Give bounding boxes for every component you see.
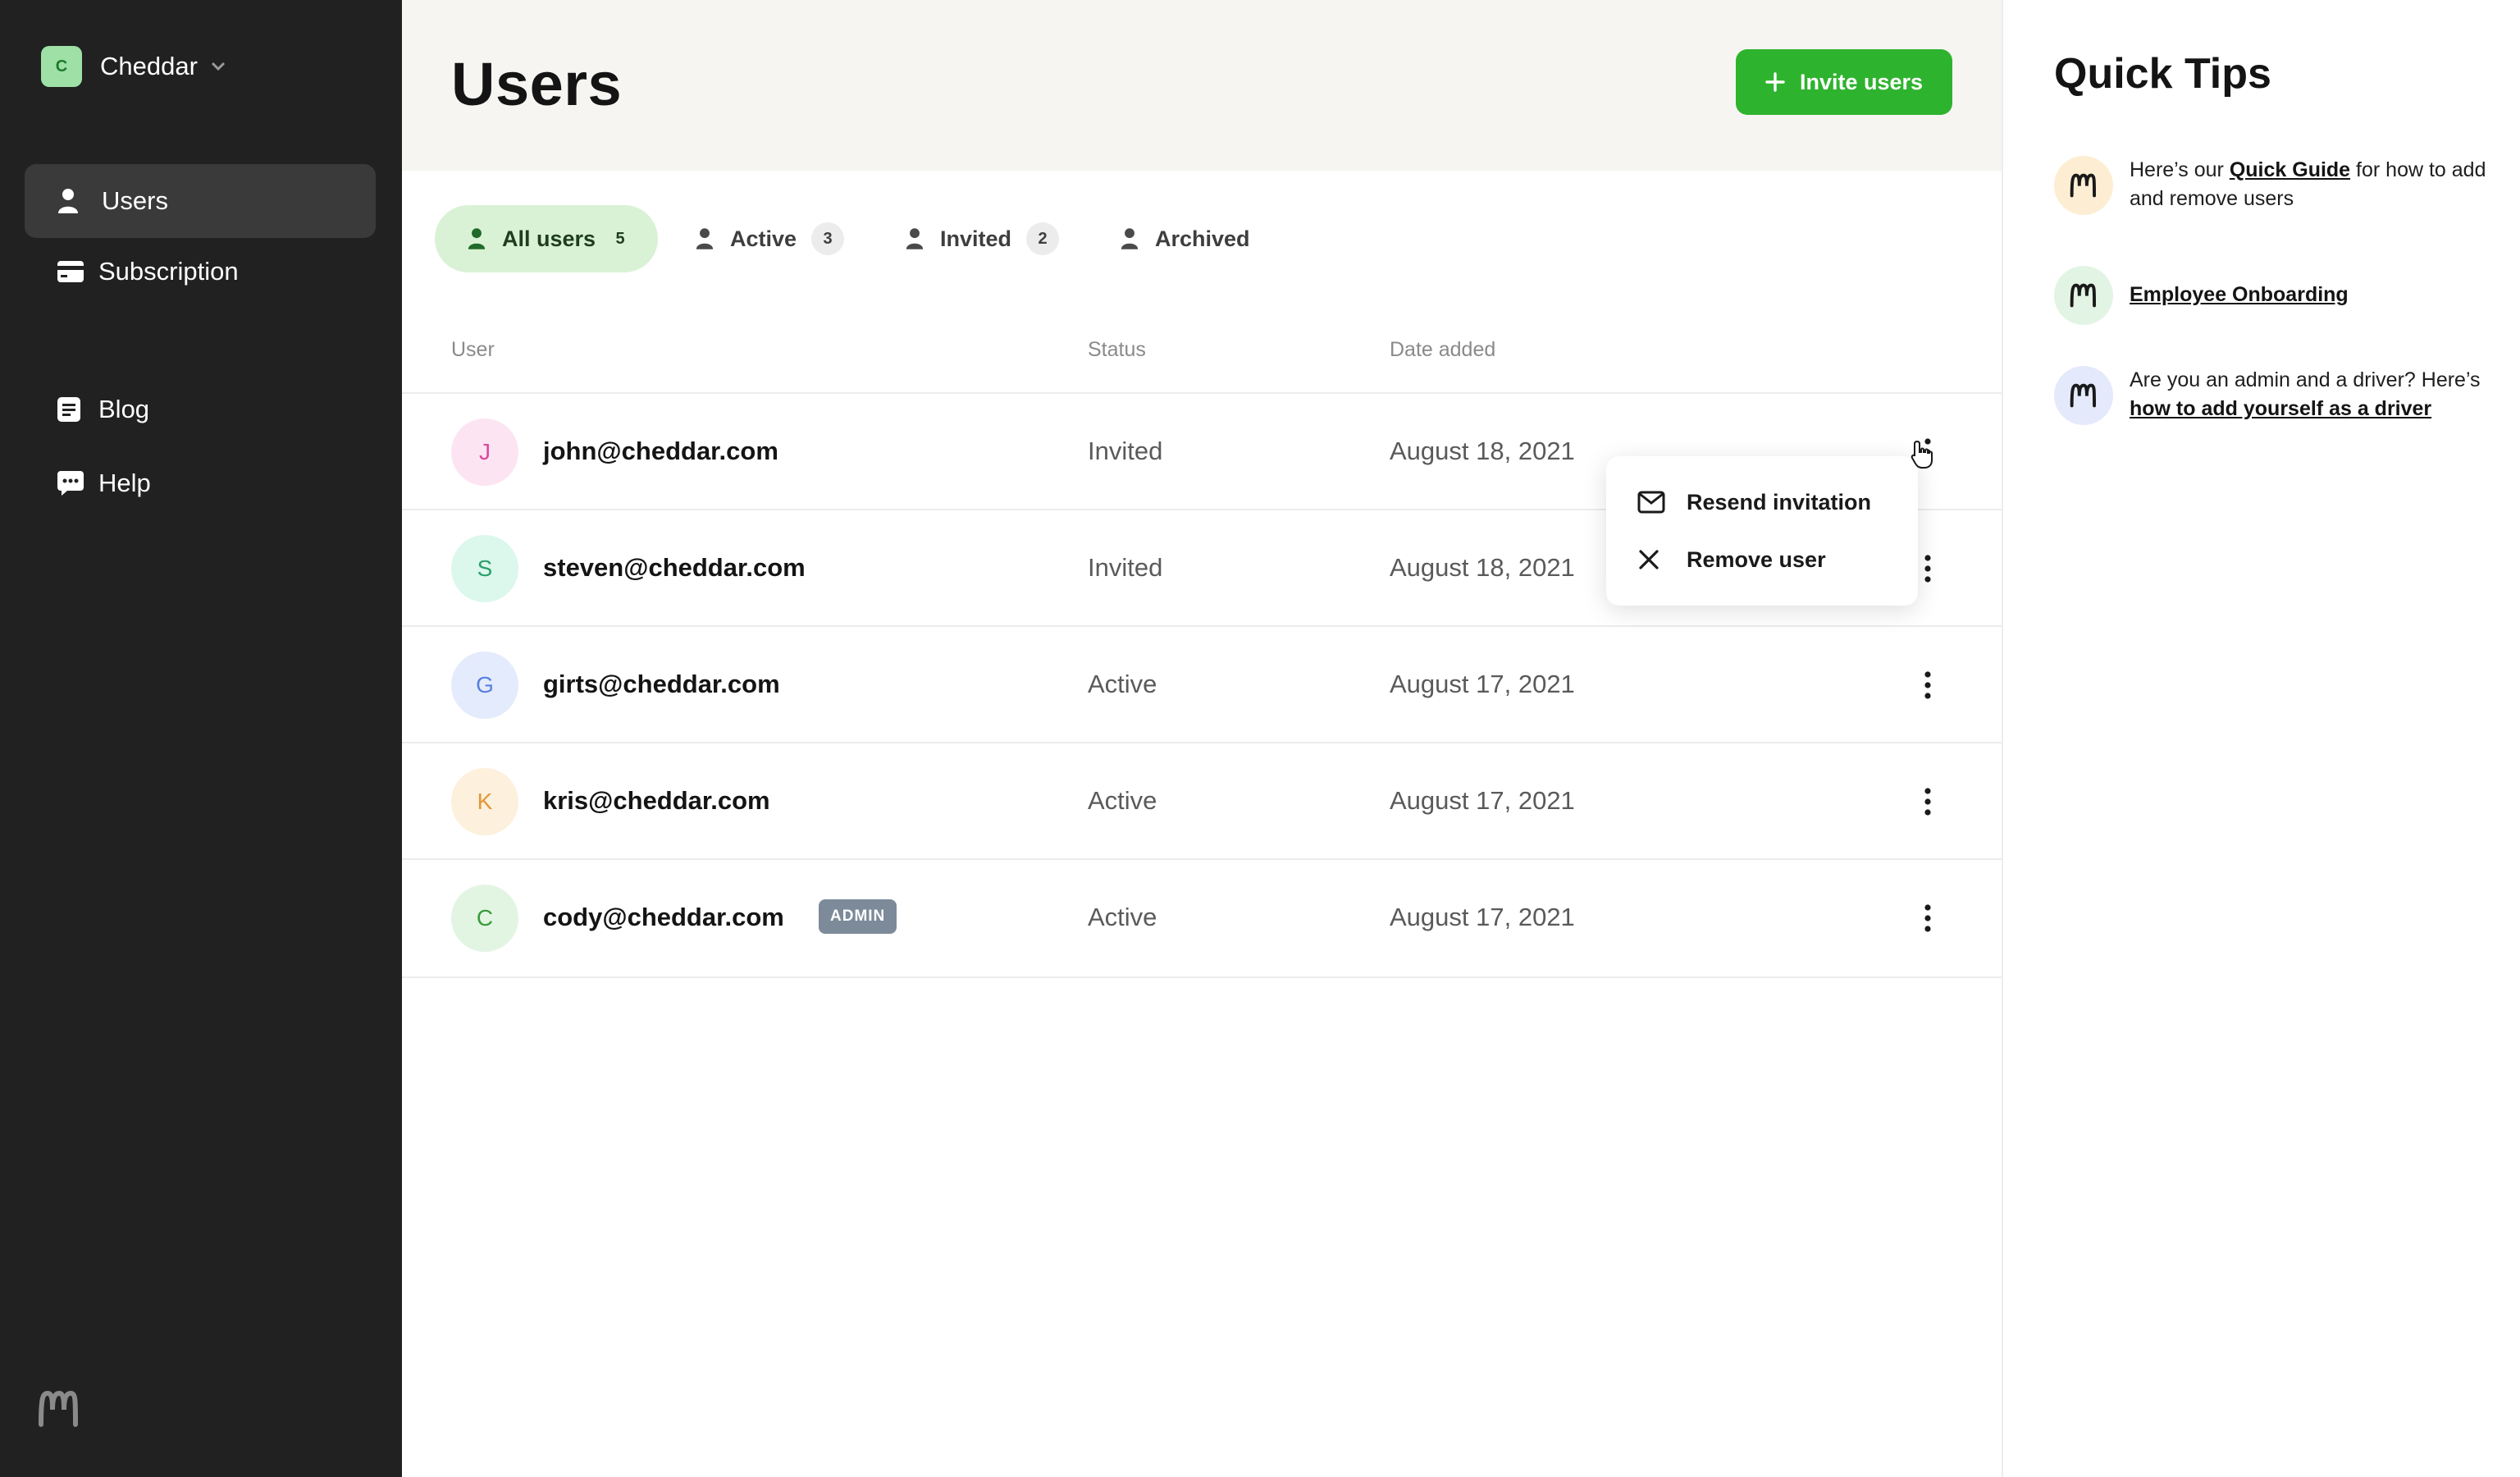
user-status: Active: [1088, 786, 1157, 815]
org-name: Cheddar: [100, 52, 198, 80]
tab-label: Archived: [1155, 226, 1250, 251]
avatar: K: [451, 768, 518, 835]
tab-invited[interactable]: Invited 2: [906, 205, 1060, 272]
avatar: G: [451, 652, 518, 719]
admin-badge: ADMIN: [819, 899, 897, 934]
close-icon: [1637, 548, 1670, 571]
column-header-user: User: [451, 338, 495, 361]
tab-all-users[interactable]: All users 5: [435, 205, 659, 272]
brand-logo-icon: [2054, 266, 2113, 325]
blog-icon: [57, 397, 80, 422]
user-status: Active: [1088, 670, 1157, 698]
user-icon: [57, 188, 79, 214]
tab-count: 2: [1026, 222, 1060, 255]
sidebar-item-help[interactable]: Help: [25, 446, 376, 520]
sidebar-item-label: Help: [98, 469, 151, 497]
user-date-added: August 18, 2021: [1390, 553, 1575, 582]
sidebar-item-subscription[interactable]: Subscription: [25, 235, 376, 309]
menu-item-label: Remove user: [1687, 546, 1826, 572]
invite-users-label: Invite users: [1799, 69, 1924, 94]
user-date-added: August 17, 2021: [1390, 670, 1575, 698]
tab-label: All users: [502, 226, 596, 251]
user-icon: [906, 227, 924, 250]
user-email: john@cheddar.com: [543, 437, 778, 465]
tab-active[interactable]: Active 3: [696, 205, 845, 272]
sidebar-item-users[interactable]: Users: [25, 164, 376, 238]
user-status: Invited: [1088, 553, 1163, 582]
kebab-icon: [1924, 904, 1931, 932]
remove-user-menu-item[interactable]: Remove user: [1637, 542, 1826, 578]
tip-text-prefix: Here’s our: [2130, 158, 2230, 181]
mail-icon: [1637, 491, 1670, 514]
kebab-icon: [1924, 555, 1931, 583]
more-options-button[interactable]: [1920, 783, 1936, 821]
avatar: S: [451, 535, 518, 602]
more-options-button[interactable]: [1920, 666, 1936, 704]
brand-logo-icon: [38, 1390, 80, 1428]
table-row[interactable]: C cody@cheddar.com ADMIN Active August 1…: [402, 858, 2002, 978]
quick-tip-text: Employee Onboarding: [2130, 281, 2490, 309]
user-date-added: August 18, 2021: [1390, 437, 1575, 465]
resend-invitation-menu-item[interactable]: Resend invitation: [1637, 484, 1871, 520]
avatar: J: [451, 418, 518, 486]
more-options-button[interactable]: [1920, 899, 1936, 937]
org-avatar: C: [41, 46, 82, 87]
chat-bubble-icon: [57, 471, 84, 496]
org-switcher[interactable]: C Cheddar: [41, 46, 226, 87]
add-yourself-as-driver-link[interactable]: how to add yourself as a driver: [2130, 397, 2431, 420]
user-status: Active: [1088, 903, 1157, 931]
chevron-down-icon: [211, 62, 226, 71]
brand-logo-icon: [2054, 366, 2113, 425]
tab-count: 5: [615, 229, 625, 248]
table-row[interactable]: G girts@cheddar.com Active August 17, 20…: [402, 625, 2002, 743]
tip-text-prefix: Are you an admin and a driver? Here’s: [2130, 368, 2481, 391]
sidebar: C Cheddar Users Subscription Blog Help: [0, 0, 402, 1477]
tab-label: Invited: [940, 226, 1012, 251]
table-row[interactable]: K kris@cheddar.com Active August 17, 202…: [402, 742, 2002, 860]
user-email: kris@cheddar.com: [543, 786, 770, 815]
invite-users-button[interactable]: Invite users: [1736, 49, 1952, 115]
column-header-status: Status: [1088, 338, 1146, 361]
avatar: C: [451, 885, 518, 952]
user-date-added: August 17, 2021: [1390, 903, 1575, 931]
kebab-icon: [1924, 788, 1931, 816]
row-actions-menu: Resend invitation Remove user: [1606, 456, 1918, 606]
brand-logo-icon: [2054, 156, 2113, 215]
sidebar-item-label: Subscription: [98, 257, 239, 286]
column-header-date-added: Date added: [1390, 338, 1496, 361]
employee-onboarding-link[interactable]: Employee Onboarding: [2130, 283, 2349, 306]
user-icon: [468, 227, 486, 250]
sidebar-item-label: Blog: [98, 395, 150, 423]
sidebar-item-label: Users: [102, 186, 168, 215]
tab-label: Active: [730, 226, 797, 251]
menu-item-label: Resend invitation: [1687, 489, 1872, 514]
hand-cursor-icon: [1910, 440, 1934, 469]
sidebar-item-blog[interactable]: Blog: [25, 373, 376, 446]
user-date-added: August 17, 2021: [1390, 786, 1575, 815]
page-header: Users Invite users: [402, 0, 2002, 171]
quick-guide-link[interactable]: Quick Guide: [2230, 158, 2350, 181]
quick-tip-text: Here’s our Quick Guide for how to add an…: [2130, 156, 2490, 213]
kebab-icon: [1924, 671, 1931, 699]
credit-card-icon: [57, 261, 84, 282]
plus-icon: [1765, 72, 1785, 92]
user-email: cody@cheddar.com: [543, 903, 784, 931]
quick-tips-panel: Quick Tips Here’s our Quick Guide for ho…: [2002, 0, 2520, 1477]
tab-count: 3: [811, 222, 845, 255]
user-email: steven@cheddar.com: [543, 553, 806, 582]
user-status: Invited: [1088, 437, 1163, 465]
tab-archived[interactable]: Archived: [1121, 205, 1250, 272]
user-icon: [696, 227, 714, 250]
quick-tips-title: Quick Tips: [2054, 50, 2271, 98]
quick-tip-text: Are you an admin and a driver? Here’s ho…: [2130, 366, 2490, 423]
user-email: girts@cheddar.com: [543, 670, 780, 698]
more-options-button[interactable]: [1920, 550, 1936, 588]
page-title: Users: [451, 50, 623, 118]
user-icon: [1121, 227, 1139, 250]
